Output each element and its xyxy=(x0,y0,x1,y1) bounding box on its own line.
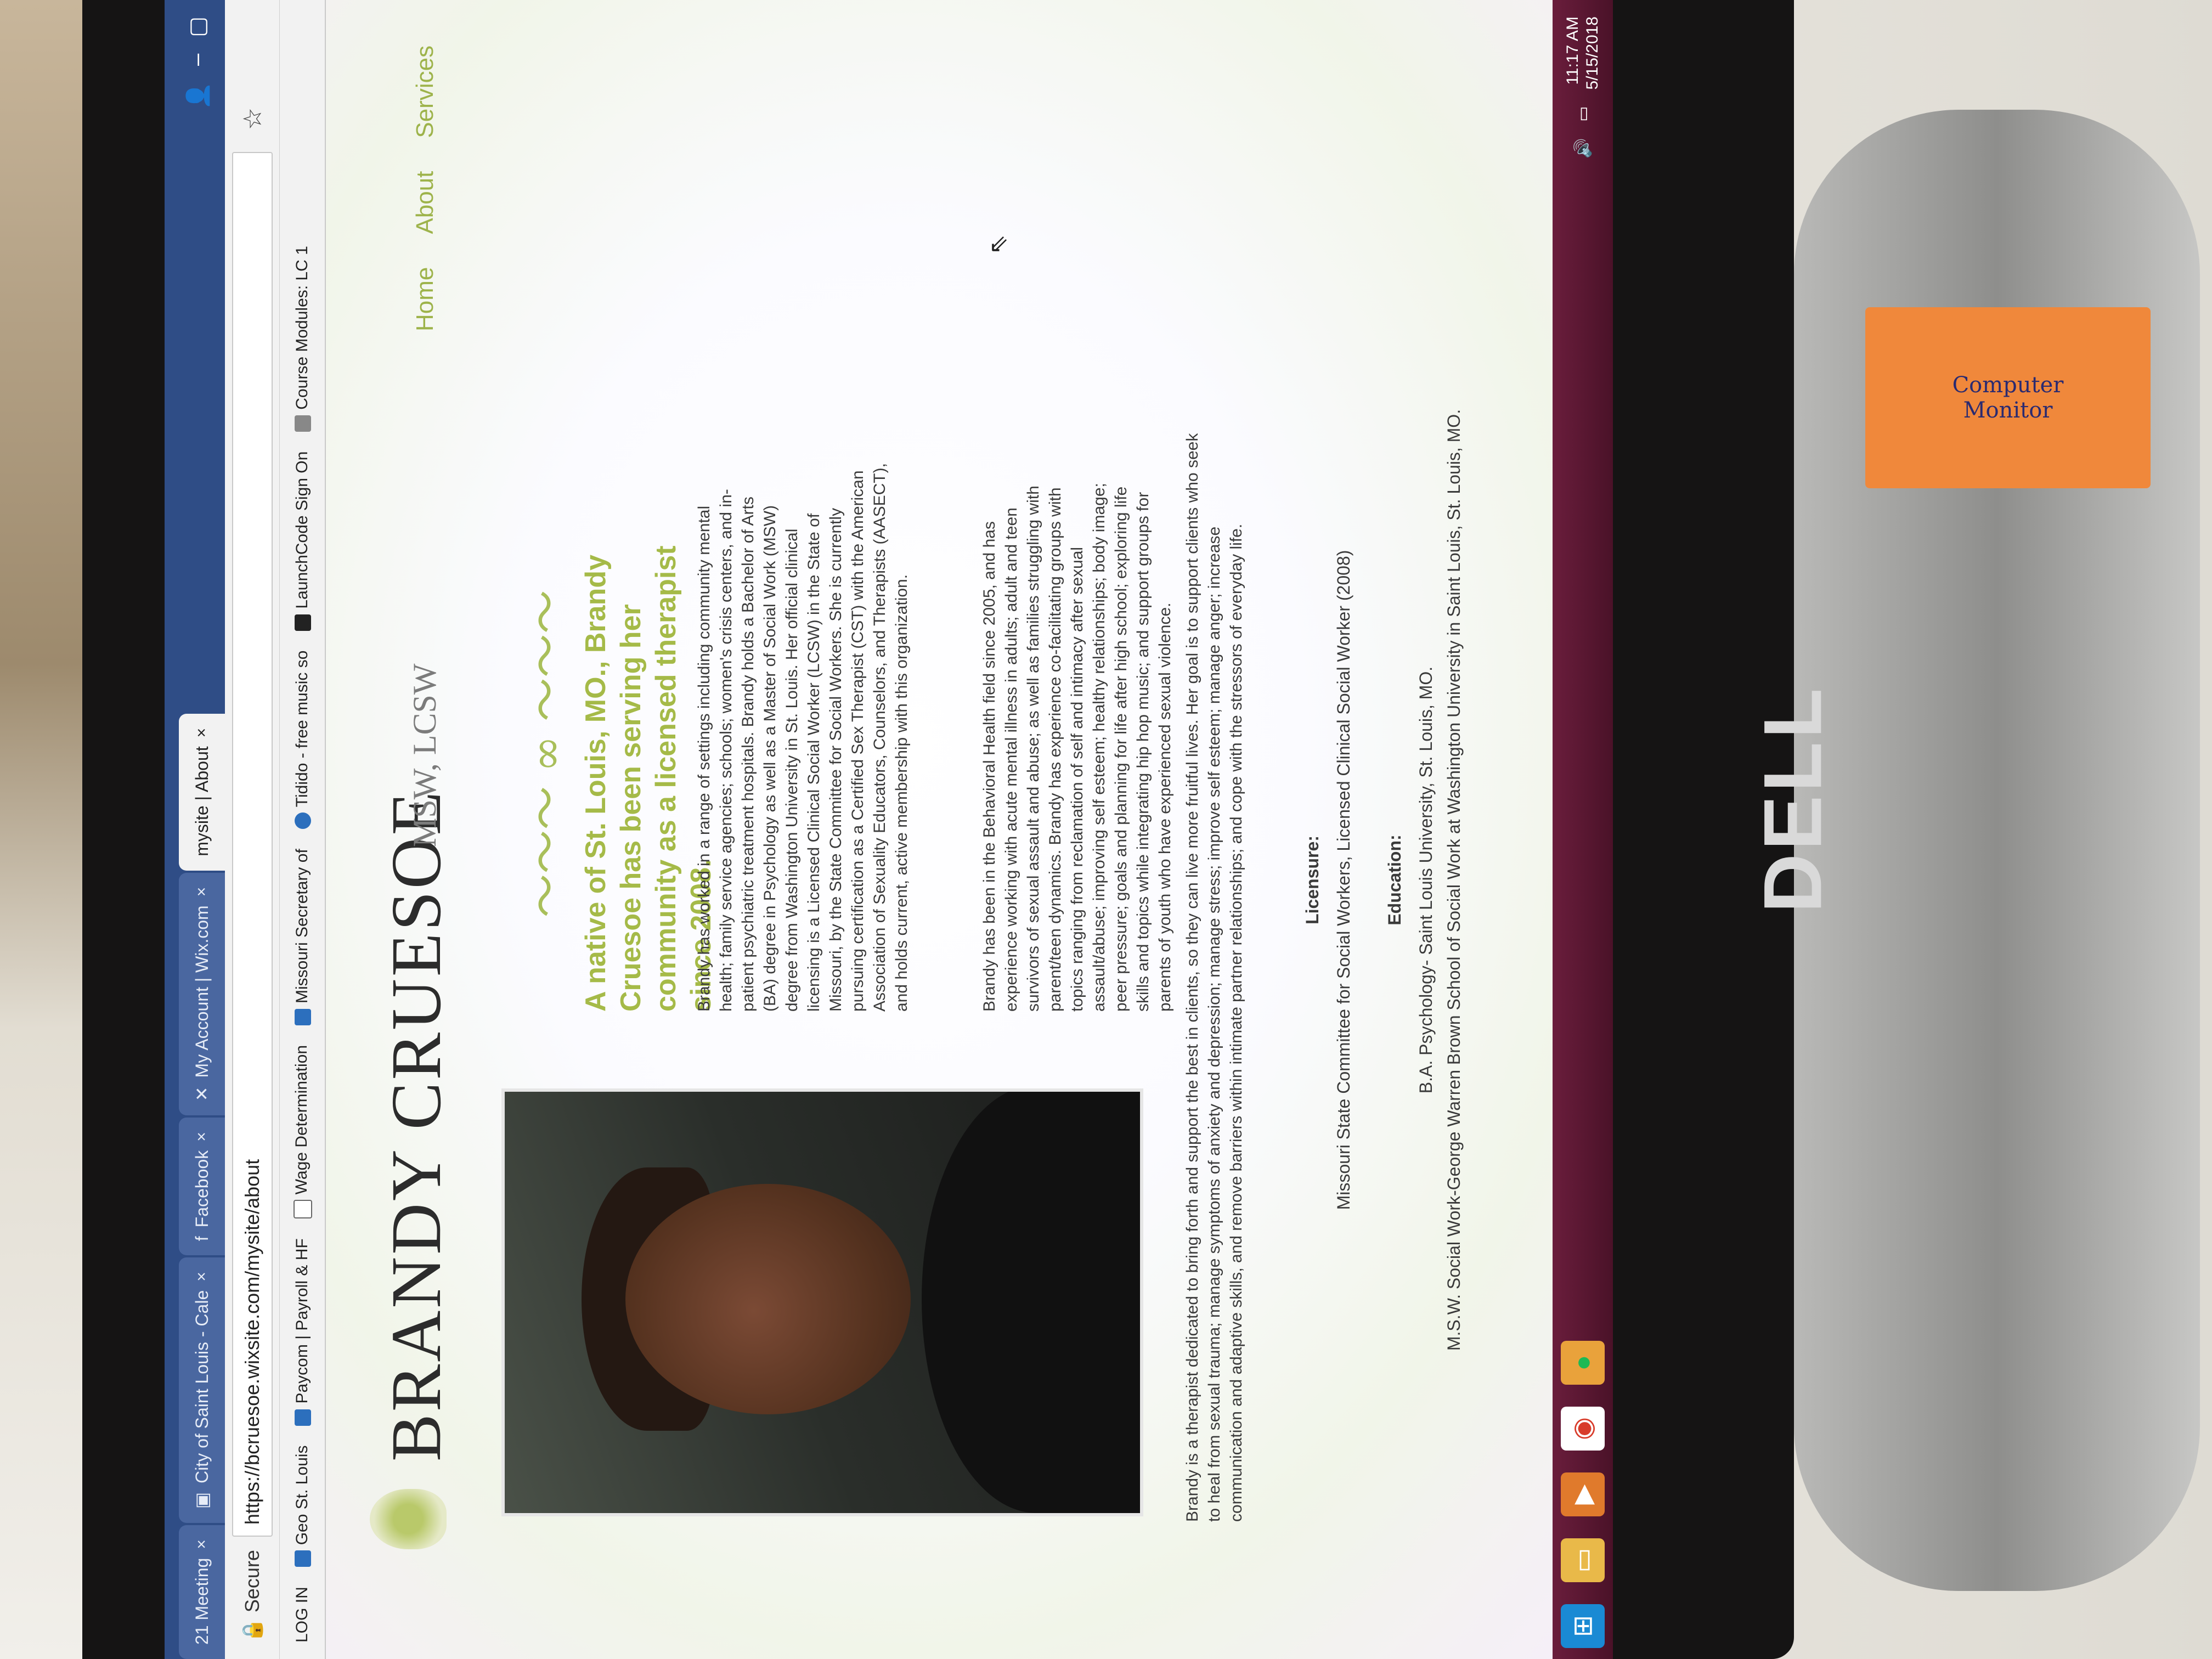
spotify-icon[interactable]: ● xyxy=(1561,1341,1605,1385)
bookmark-tidido[interactable]: Tidido - free music so xyxy=(293,651,312,830)
sticker-line-2: Monitor xyxy=(1963,398,2053,423)
education-line: B.A. Psychology- Saint Louis University,… xyxy=(1416,666,1436,1094)
secure-label: Secure xyxy=(240,1550,263,1613)
volume-icon[interactable]: 🔊 xyxy=(1573,138,1593,159)
window-controls: 👤 – ▢ xyxy=(185,0,225,110)
browser-tab-strip: 21 Meeting × ▣ City of Saint Louis - Cal… xyxy=(165,0,225,1659)
mouse-cursor-icon: ⇖ xyxy=(985,234,1012,255)
tab-label: My Account | Wix.com xyxy=(191,905,212,1078)
tab-mysite-about[interactable]: mysite | About × xyxy=(179,713,225,871)
windows-taskbar: ⊞ ▭ ▶ ◉ ● 🔊 ▭ 11:17 AM 5/15/2018 xyxy=(1553,0,1613,1659)
tab-label: Facebook xyxy=(191,1150,212,1228)
photo-face xyxy=(625,1184,911,1414)
close-icon[interactable]: × xyxy=(193,1132,211,1142)
maximize-icon[interactable]: ▢ xyxy=(185,16,211,37)
photo-shirt xyxy=(922,1088,1143,1513)
site-name[interactable]: BRANDY CRUESOE xyxy=(375,789,458,1462)
dell-logo: DELL xyxy=(1746,685,1839,913)
chrome-icon[interactable]: ◉ xyxy=(1561,1407,1605,1451)
nav-home[interactable]: Home xyxy=(411,267,439,331)
bookmark-paycom[interactable]: Paycom | Payroll & HF xyxy=(293,1238,312,1426)
calendar-icon: ▣ xyxy=(192,1492,212,1509)
secure-badge[interactable]: 🔒 Secure xyxy=(241,1550,264,1643)
bookmark-icon xyxy=(295,812,312,830)
flourish-ornament: ～～～ ∞ ～～～ xyxy=(521,590,572,918)
clock-time: 11:17 AM xyxy=(1564,16,1582,85)
bookmark-missouri-secretary[interactable]: Missouri Secretary of xyxy=(293,849,312,1025)
nav-services[interactable]: Services xyxy=(411,46,439,138)
bookmark-label: Missouri Secretary of xyxy=(293,849,311,1003)
about-paragraph-3: Brandy is a therapist dedicated to bring… xyxy=(1183,433,1245,1522)
tab-meeting[interactable]: 21 Meeting × xyxy=(179,1525,225,1659)
user-icon[interactable]: 👤 xyxy=(185,82,211,110)
web-page: BRANDY CRUESOE MSW, LCSW Home About Serv… xyxy=(326,0,1613,1659)
bookmark-icon xyxy=(295,1008,312,1025)
bookmark-label: Paycom | Payroll & HF xyxy=(293,1238,311,1404)
asset-sticker: Computer Monitor xyxy=(1865,307,2151,488)
close-icon[interactable]: × xyxy=(193,1272,211,1282)
document-icon xyxy=(293,1200,312,1219)
tab-label: mysite | About xyxy=(191,746,212,856)
bookmark-geo-st-louis[interactable]: Geo St. Louis xyxy=(293,1446,312,1567)
bookmark-icon xyxy=(295,1550,312,1567)
bookmark-star-icon[interactable]: ☆ xyxy=(238,108,267,130)
about-paragraph-1: Brandy has worked in a range of settings… xyxy=(695,463,911,1012)
bookmark-label: Tidido - free music so xyxy=(293,650,311,808)
bookmark-label: Wage Determination xyxy=(292,1045,311,1195)
tab-facebook[interactable]: f Facebook × xyxy=(179,1118,225,1256)
close-icon[interactable]: × xyxy=(193,887,211,897)
bookmark-launchcode[interactable]: LaunchCode Sign On xyxy=(293,452,312,631)
education-section: Education: B.A. Psychology- Saint Louis … xyxy=(1385,331,1472,1429)
bookmark-icon xyxy=(295,1409,312,1426)
bookmark-label: Course Modules: LC 1 xyxy=(293,246,311,410)
file-explorer-icon[interactable]: ▭ xyxy=(1561,1538,1605,1582)
lock-icon xyxy=(295,614,312,631)
bookmark-label: LaunchCode Sign On xyxy=(293,451,311,609)
licensure-line: Missouri State Committee for Social Work… xyxy=(1334,550,1353,1210)
licensure-heading: Licensure: xyxy=(1302,836,1322,924)
close-icon[interactable]: × xyxy=(193,1539,211,1549)
education-line: M.S.W. Social Work-George Warren Brown S… xyxy=(1444,409,1464,1351)
network-icon[interactable]: ▭ xyxy=(1573,106,1593,121)
about-paragraph-2: Brandy has been in the Behavioral Health… xyxy=(980,483,1174,1012)
education-heading: Education: xyxy=(1385,834,1404,926)
profile-photo xyxy=(501,1088,1143,1516)
licensure-section: Licensure: Missouri State Committee for … xyxy=(1302,331,1362,1429)
clock-date: 5/15/2018 xyxy=(1583,16,1601,90)
site-credentials: MSW, LCSW xyxy=(407,663,443,847)
site-header: BRANDY CRUESOE MSW, LCSW Home About Serv… xyxy=(359,46,469,1549)
bookmark-course-modules[interactable]: Course Modules: LC 1 xyxy=(293,246,312,432)
bookmark-label: Geo St. Louis xyxy=(293,1445,311,1545)
site-logo[interactable] xyxy=(370,1489,447,1549)
site-nav: Home About Services xyxy=(411,46,439,331)
tab-city-of-saint-louis[interactable]: ▣ City of Saint Louis - Cale × xyxy=(179,1257,225,1523)
facebook-icon: f xyxy=(191,1236,212,1242)
url-input[interactable]: https://bcruesoe.wixsite.com/mysite/abou… xyxy=(232,152,273,1537)
windows-start-icon[interactable]: ⊞ xyxy=(1561,1604,1605,1648)
bookmark-wage-determination[interactable]: Wage Determination xyxy=(292,1045,312,1219)
tab-wix-account[interactable]: ✕ My Account | Wix.com × xyxy=(179,872,225,1116)
system-clock[interactable]: 11:17 AM 5/15/2018 xyxy=(1563,16,1602,89)
bookmark-icon xyxy=(295,415,312,432)
minimize-icon[interactable]: – xyxy=(185,54,211,66)
nav-about[interactable]: About xyxy=(411,171,439,234)
bookmarks-bar: LOG IN Geo St. Louis Paycom | Payroll & … xyxy=(280,0,326,1659)
system-tray: 🔊 ▭ 11:17 AM 5/15/2018 xyxy=(1563,0,1602,159)
monitor-screen: 21 Meeting × ▣ City of Saint Louis - Cal… xyxy=(165,0,1613,1659)
tab-label: City of Saint Louis - Cale xyxy=(191,1290,212,1483)
media-player-icon[interactable]: ▶ xyxy=(1561,1472,1605,1516)
tab-label: 21 Meeting xyxy=(191,1558,212,1645)
wix-icon: ✕ xyxy=(192,1086,212,1102)
close-icon[interactable]: × xyxy=(193,728,211,738)
sticker-line-1: Computer xyxy=(1952,373,2064,398)
bookmark-login[interactable]: LOG IN xyxy=(293,1587,312,1643)
address-bar: 🔒 Secure https://bcruesoe.wixsite.com/my… xyxy=(225,0,280,1659)
